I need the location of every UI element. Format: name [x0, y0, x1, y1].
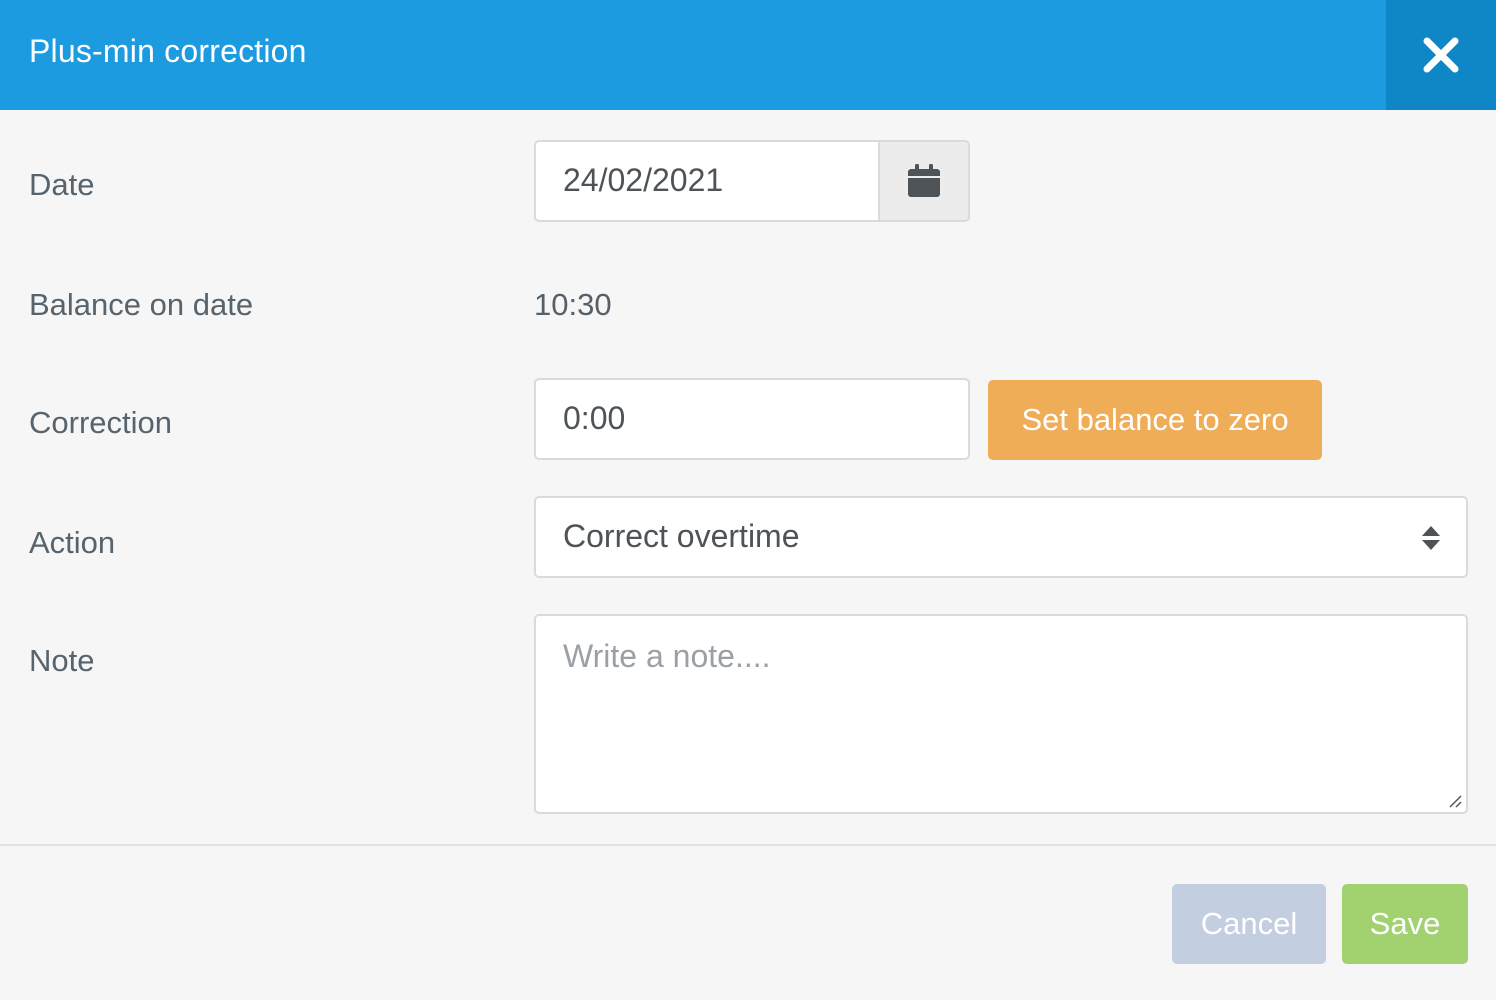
correction-input-value: 0:00 — [563, 400, 626, 436]
note-label: Note — [29, 643, 95, 678]
date-label: Date — [29, 167, 95, 202]
calendar-icon — [908, 164, 940, 197]
date-input-value: 24/02/2021 — [563, 162, 724, 198]
footer-divider — [0, 844, 1496, 846]
date-picker-button[interactable] — [878, 140, 970, 222]
action-select-value: Correct overtime — [563, 518, 800, 554]
balance-label: Balance on date — [29, 287, 254, 322]
balance-value: 10:30 — [534, 287, 612, 322]
date-input[interactable]: 24/02/2021 — [534, 140, 880, 222]
action-select[interactable]: Correct overtime — [534, 496, 1468, 578]
note-placeholder: Write a note.... — [563, 638, 771, 674]
cancel-button[interactable]: Cancel — [1172, 884, 1326, 964]
save-button[interactable]: Save — [1342, 884, 1468, 964]
select-arrows-icon — [1422, 526, 1440, 550]
action-label: Action — [29, 525, 116, 560]
close-icon — [1423, 37, 1459, 73]
dialog-title: Plus-min correction — [29, 33, 307, 69]
correction-label: Correction — [29, 405, 172, 440]
set-balance-zero-button[interactable]: Set balance to zero — [988, 380, 1322, 460]
close-button[interactable] — [1386, 0, 1496, 110]
note-textarea[interactable]: Write a note.... — [534, 614, 1468, 814]
correction-input[interactable]: 0:00 — [534, 378, 970, 460]
resize-handle-icon[interactable] — [1448, 794, 1462, 808]
dialog-header: Plus-min correction — [0, 0, 1496, 110]
